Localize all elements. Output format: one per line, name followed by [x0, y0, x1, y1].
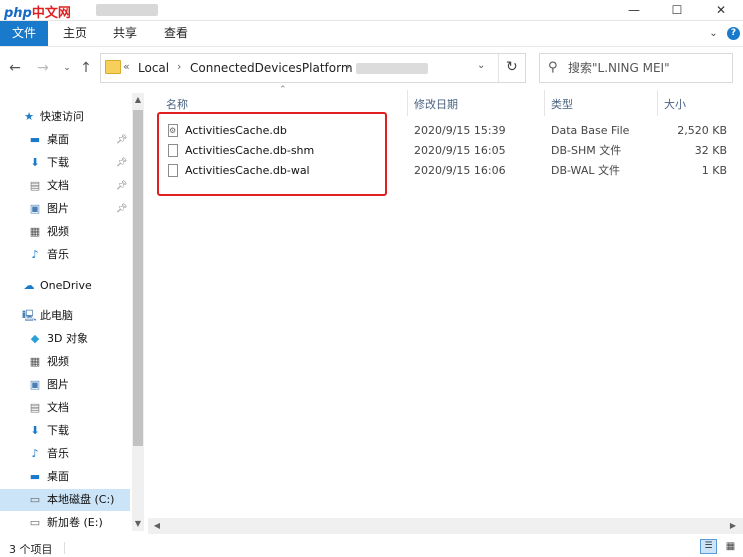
pin-icon[interactable]: 📌︎	[116, 152, 127, 174]
nav-pc-downloads[interactable]: ⬇ 下载	[0, 420, 130, 442]
nav-videos[interactable]: ▦ 视频	[0, 221, 130, 243]
maximize-button[interactable]: ☐	[655, 0, 699, 20]
nav-desktop[interactable]: ▬ 桌面 📌︎	[0, 129, 130, 151]
nav-music[interactable]: ♪ 音乐	[0, 244, 130, 266]
back-arrow-icon[interactable]: ←	[6, 58, 24, 78]
column-divider[interactable]	[544, 90, 545, 116]
title-bar: php中文网 — ☐ ✕	[0, 0, 743, 21]
sidebar-scrollbar-thumb[interactable]	[133, 110, 143, 446]
video-icon: ▦	[29, 225, 41, 238]
drive-icon: ▭	[29, 516, 41, 529]
details-view-icon[interactable]: ☰	[700, 539, 717, 554]
recent-dropdown-icon[interactable]: ⌄	[58, 58, 76, 78]
column-header-name[interactable]: 名称	[166, 96, 188, 112]
picture-icon: ▣	[29, 202, 41, 215]
tab-home[interactable]: 主页	[54, 21, 96, 46]
column-header-type[interactable]: 类型	[551, 96, 573, 112]
desktop-icon: ▬	[29, 133, 41, 146]
forward-arrow-icon[interactable]: →	[34, 58, 52, 78]
cloud-icon: ☁	[23, 279, 35, 292]
nav-pc-music[interactable]: ♪ 音乐	[0, 443, 130, 465]
nav-documents[interactable]: ▤ 文档 📌︎	[0, 175, 130, 197]
horizontal-scrollbar[interactable]	[148, 518, 743, 534]
download-icon: ⬇	[30, 156, 40, 169]
nav-this-pc[interactable]: 🖳︎ 此电脑	[0, 305, 130, 327]
breadcrumb-separator[interactable]: ›	[346, 60, 350, 73]
address-dropdown-icon[interactable]: ⌄	[477, 60, 485, 71]
tab-file[interactable]: 文件	[0, 21, 48, 46]
nav-pictures[interactable]: ▣ 图片 📌︎	[0, 198, 130, 220]
document-icon: ▤	[29, 179, 41, 192]
column-divider[interactable]	[657, 90, 658, 116]
nav-onedrive[interactable]: ☁ OneDrive	[0, 275, 130, 297]
chevron-down-icon[interactable]: ⌄	[707, 27, 720, 40]
scroll-right-icon[interactable]: ▶	[726, 518, 740, 534]
download-icon: ⬇	[30, 424, 40, 437]
large-icons-view-icon[interactable]: ▦	[722, 539, 739, 554]
nav-pc-documents[interactable]: ▤ 文档	[0, 397, 130, 419]
up-arrow-icon[interactable]: ↑	[77, 58, 95, 78]
sort-ascending-icon: ⌃	[279, 85, 287, 95]
video-icon: ▦	[29, 355, 41, 368]
divider	[64, 542, 65, 554]
column-header-size[interactable]: 大小	[664, 96, 686, 112]
breadcrumb-overflow[interactable]: «	[123, 60, 130, 73]
nav-downloads[interactable]: ⬇ 下载 📌︎	[0, 152, 130, 174]
breadcrumb-connecteddevicesplatform[interactable]: ConnectedDevicesPlatform	[190, 61, 353, 75]
tab-view[interactable]: 查看	[155, 21, 197, 46]
minimize-button[interactable]: —	[612, 0, 656, 20]
search-box[interactable]: ⚲	[539, 53, 733, 83]
pin-icon[interactable]: 📌︎	[116, 129, 127, 151]
search-input[interactable]	[564, 57, 732, 79]
pin-icon[interactable]: 📌︎	[116, 198, 127, 220]
folder-icon	[105, 60, 121, 74]
scroll-down-icon[interactable]: ▼	[132, 517, 144, 531]
music-icon: ♪	[31, 248, 39, 261]
navigation-pane: ★ 快速访问 ▬ 桌面 📌︎ ⬇ 下载 📌︎ ▤ 文档 📌︎ ▣ 图片 📌︎ ▦…	[0, 93, 132, 537]
address-bar[interactable]: « Local › ConnectedDevicesPlatform › ⌄ ↻	[100, 53, 526, 83]
column-divider[interactable]	[407, 90, 408, 116]
item-count: 3 个项目	[9, 543, 53, 556]
document-icon: ▤	[29, 401, 41, 414]
help-icon[interactable]: ?	[727, 27, 740, 40]
music-icon: ♪	[31, 447, 39, 460]
ribbon-tabs: 文件 主页 共享 查看 ⌄ ?	[0, 21, 743, 47]
pin-icon[interactable]: 📌︎	[116, 175, 127, 197]
computer-icon: 🖳︎	[22, 309, 37, 322]
nav-local-disk-c[interactable]: ▭ 本地磁盘 (C:)	[0, 489, 130, 511]
nav-pc-videos[interactable]: ▦ 视频	[0, 351, 130, 373]
nav-pc-desktop[interactable]: ▬ 桌面	[0, 466, 130, 488]
refresh-icon[interactable]: ↻	[506, 59, 518, 75]
close-button[interactable]: ✕	[699, 0, 743, 20]
nav-pc-pictures[interactable]: ▣ 图片	[0, 374, 130, 396]
nav-3d-objects[interactable]: ◆ 3D 对象	[0, 328, 130, 350]
breadcrumb-local[interactable]: Local	[138, 61, 169, 75]
desktop-icon: ▬	[29, 470, 41, 483]
annotation-highlight-box	[157, 112, 387, 196]
scroll-left-icon[interactable]: ◀	[150, 518, 164, 534]
watermark-logo: php中文网	[4, 6, 71, 21]
breadcrumb-separator[interactable]: ›	[177, 60, 181, 73]
cube-icon: ◆	[30, 332, 40, 345]
nav-quick-access[interactable]: ★ 快速访问	[0, 106, 130, 128]
nav-volume-e[interactable]: ▭ 新加卷 (E:)	[0, 512, 130, 534]
breadcrumb-blurred	[356, 63, 428, 74]
window-title-blurred	[96, 4, 158, 16]
column-header-modified[interactable]: 修改日期	[414, 96, 458, 112]
divider	[498, 54, 499, 82]
star-icon: ★	[24, 110, 34, 123]
scroll-up-icon[interactable]: ▲	[132, 93, 144, 107]
tab-share[interactable]: 共享	[104, 21, 146, 46]
status-bar: 3 个项目	[0, 537, 743, 557]
drive-icon: ▭	[29, 493, 41, 506]
search-icon: ⚲	[548, 60, 558, 75]
picture-icon: ▣	[29, 378, 41, 391]
